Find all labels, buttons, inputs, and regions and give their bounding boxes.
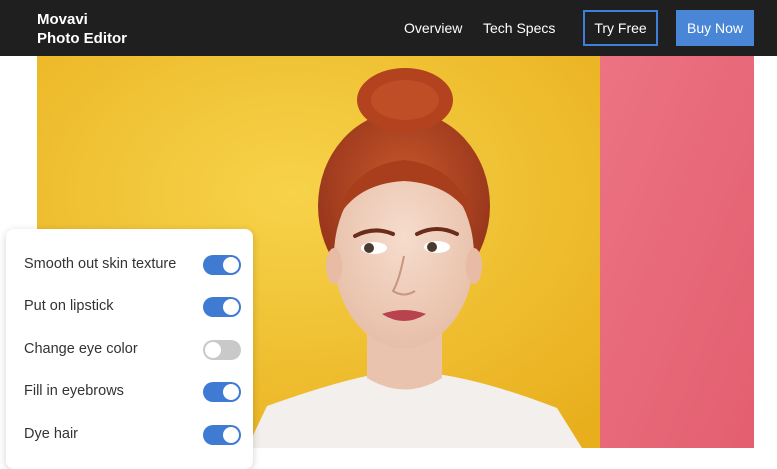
dye-hair-toggle[interactable] — [203, 425, 241, 445]
lipstick-toggle[interactable] — [203, 297, 241, 317]
toggle-knob — [223, 257, 239, 273]
option-dye-hair: Dye hair — [24, 423, 241, 447]
option-lipstick: Put on lipstick — [24, 295, 241, 319]
top-navigation-bar: Movavi Photo Editor Overview Tech Specs … — [0, 0, 777, 56]
buy-now-button[interactable]: Buy Now — [676, 10, 754, 46]
brand-logo[interactable]: Movavi Photo Editor — [37, 10, 127, 48]
option-label: Put on lipstick — [24, 298, 114, 314]
try-free-button[interactable]: Try Free — [583, 10, 658, 46]
option-label: Change eye color — [24, 341, 138, 357]
brand-name: Movavi — [37, 11, 88, 28]
toggle-knob — [223, 427, 239, 443]
option-label: Fill in eyebrows — [24, 383, 124, 399]
option-eye-color: Change eye color — [24, 338, 241, 362]
nav-tech-specs-link[interactable]: Tech Specs — [483, 19, 555, 37]
toggle-knob — [223, 299, 239, 315]
eye-color-toggle[interactable] — [203, 340, 241, 360]
option-smooth-skin: Smooth out skin texture — [24, 253, 241, 277]
nav-overview-link[interactable]: Overview — [404, 19, 462, 37]
retouch-options-panel: Smooth out skin texture Put on lipstick … — [6, 229, 253, 469]
option-eyebrows: Fill in eyebrows — [24, 380, 241, 404]
eyebrows-toggle[interactable] — [203, 382, 241, 402]
smooth-skin-toggle[interactable] — [203, 255, 241, 275]
option-label: Smooth out skin texture — [24, 256, 177, 272]
brand-product: Photo Editor — [37, 30, 127, 47]
toggle-knob — [205, 342, 221, 358]
option-label: Dye hair — [24, 426, 78, 442]
pink-wall — [600, 56, 754, 448]
toggle-knob — [223, 384, 239, 400]
